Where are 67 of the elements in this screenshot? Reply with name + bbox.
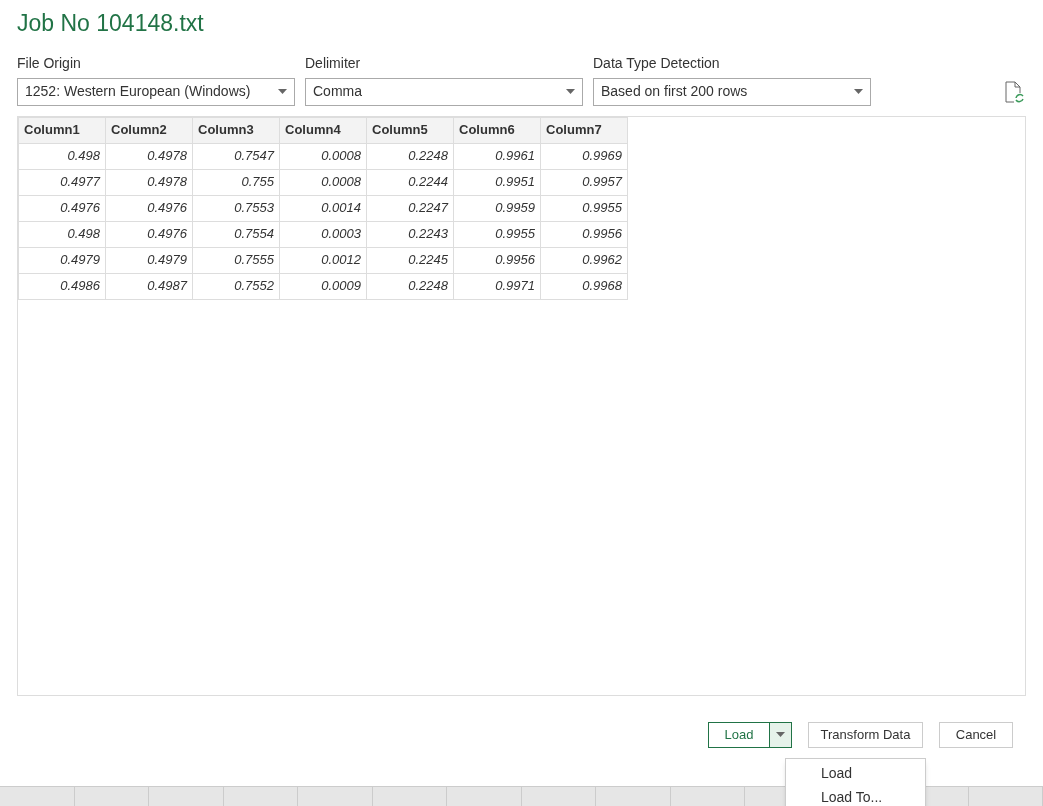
table-cell: 0.9969 (540, 143, 628, 169)
table-cell: 0.498 (18, 221, 106, 247)
column-header: Column2 (105, 117, 193, 143)
table-cell: 0.7552 (192, 273, 280, 299)
table-cell: 0.2245 (366, 247, 454, 273)
load-dropdown-button[interactable] (770, 721, 792, 748)
option-label: File Origin (17, 53, 81, 73)
load-button[interactable]: Load (708, 721, 770, 748)
dropdown-field[interactable]: 1252: Western European (Windows) (17, 77, 295, 106)
table-cell: 0.0008 (279, 143, 367, 169)
table-cell: 0.9971 (453, 273, 541, 299)
table-cell: 0.7547 (192, 143, 280, 169)
table-cell: 0.9957 (540, 169, 628, 195)
table-cell: 0.4978 (105, 143, 193, 169)
column-header: Column4 (279, 117, 367, 143)
dropdown-field[interactable]: Based on first 200 rows (593, 77, 871, 106)
table-cell: 0.0008 (279, 169, 367, 195)
table-cell: 0.9959 (453, 195, 541, 221)
table-cell: 0.4977 (18, 169, 106, 195)
table-cell: 0.9961 (453, 143, 541, 169)
option-label: Delimiter (305, 53, 361, 73)
table-cell: 0.4986 (18, 273, 106, 299)
column-header: Column7 (540, 117, 628, 143)
table-cell: 0.7554 (192, 221, 280, 247)
table-cell: 0.2248 (366, 273, 454, 299)
table-cell: 0.2248 (366, 143, 454, 169)
window-title: Job No 104148.txt (17, 9, 204, 38)
table-cell: 0.0003 (279, 221, 367, 247)
table-cell: 0.9955 (453, 221, 541, 247)
dropdown-arrow-icon (854, 89, 863, 94)
menu-item[interactable]: Load (786, 761, 925, 785)
table-cell: 0.9956 (540, 221, 628, 247)
table-cell: 0.7555 (192, 247, 280, 273)
table-cell: 0.4979 (18, 247, 106, 273)
dropdown-arrow-icon (566, 89, 575, 94)
table-cell: 0.9951 (453, 169, 541, 195)
column-header: Column3 (192, 117, 280, 143)
table-cell: 0.0009 (279, 273, 367, 299)
table-cell: 0.2247 (366, 195, 454, 221)
table-cell: 0.4979 (105, 247, 193, 273)
table-cell: 0.4976 (105, 195, 193, 221)
cancel-button[interactable]: Cancel (939, 721, 1013, 748)
table-cell: 0.755 (192, 169, 280, 195)
table-cell: 0.498 (18, 143, 106, 169)
column-header: Column1 (18, 117, 106, 143)
table-cell: 0.2244 (366, 169, 454, 195)
table-cell: 0.7553 (192, 195, 280, 221)
menu-item[interactable]: Load To... (786, 785, 925, 806)
table-cell: 0.4978 (105, 169, 193, 195)
dropdown-arrow-icon (278, 89, 287, 94)
column-header: Column5 (366, 117, 454, 143)
table-cell: 0.4976 (18, 195, 106, 221)
option-label: Data Type Detection (593, 53, 720, 73)
table-cell: 0.2243 (366, 221, 454, 247)
table-cell: 0.9955 (540, 195, 628, 221)
table-cell: 0.4987 (105, 273, 193, 299)
table-cell: 0.4976 (105, 221, 193, 247)
table-cell: 0.9968 (540, 273, 628, 299)
table-cell: 0.9962 (540, 247, 628, 273)
dropdown-field[interactable]: Comma (305, 77, 583, 106)
refresh-file-icon[interactable] (1004, 80, 1024, 103)
dropdown-arrow-icon (776, 732, 785, 737)
table-cell: 0.9956 (453, 247, 541, 273)
table-cell: 0.0014 (279, 195, 367, 221)
transform-data-button[interactable]: Transform Data (808, 721, 923, 748)
column-header: Column6 (453, 117, 541, 143)
table-cell: 0.0012 (279, 247, 367, 273)
